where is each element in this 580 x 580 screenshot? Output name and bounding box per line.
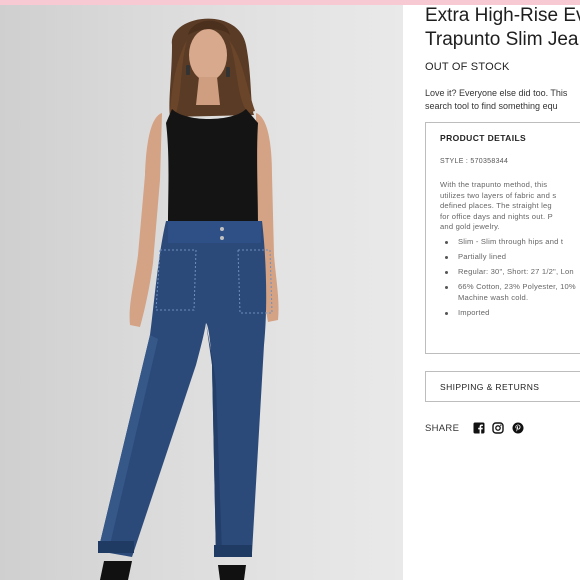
product-description: With the trapunto method, this utilizes … — [440, 180, 580, 233]
product-details-heading[interactable]: PRODUCT DETAILS — [440, 133, 526, 143]
feature-item: Regular: 30", Short: 27 1/2", Lon — [444, 267, 580, 278]
description-line: utilizes two layers of fabric and s — [440, 190, 557, 200]
pinterest-icon[interactable] — [512, 422, 524, 434]
description-line: for office days and nights out. P — [440, 211, 553, 221]
shipping-returns-label[interactable]: SHIPPING & RETURNS — [440, 382, 539, 392]
feature-item: Imported — [444, 308, 580, 319]
product-title-line-2: Trapunto Slim Jea — [425, 29, 579, 50]
description-line: and gold jewelry. — [440, 222, 500, 231]
feature-text: Slim - Slim through hips and t — [458, 237, 564, 246]
feature-item: Partially lined — [444, 252, 580, 263]
feature-text: Imported — [458, 307, 490, 317]
blurb-line-2: search tool to find something equ — [425, 101, 558, 111]
blurb-line-1: Love it? Everyone else did too. This — [425, 88, 568, 98]
product-title: Extra High-Rise Ev Trapunto Slim Jea — [425, 4, 580, 52]
feature-item: Slim - Slim through hips and t — [444, 237, 580, 248]
out-of-stock-message: Love it? Everyone else did too. This sea… — [425, 87, 580, 113]
product-features-list: Slim - Slim through hips and t Partially… — [444, 237, 580, 323]
model-wearing-jeans-photo — [98, 18, 279, 580]
feature-text: Regular: 30", Short: 27 1/2", Lon — [458, 267, 574, 276]
instagram-icon[interactable] — [492, 422, 504, 434]
stock-status: OUT OF STOCK — [425, 61, 510, 73]
description-line: With the trapunto method, this — [440, 180, 548, 189]
product-title-line-1: Extra High-Rise Ev — [425, 5, 580, 26]
product-image[interactable] — [0, 5, 403, 580]
product-details-panel[interactable]: PRODUCT DETAILS STYLE : 570358344 With t… — [425, 122, 580, 354]
feature-text-continued: Machine wash cold. — [458, 292, 529, 302]
shipping-returns-accordion[interactable]: SHIPPING & RETURNS — [425, 371, 580, 402]
style-number: STYLE : 570358344 — [440, 158, 509, 165]
description-line: defined places. The straight leg — [440, 201, 552, 210]
facebook-icon[interactable] — [473, 422, 485, 434]
share-label: SHARE — [425, 423, 460, 434]
feature-item: 66% Cotton, 23% Polyester, 10% Machine w… — [444, 282, 580, 303]
feature-text: 66% Cotton, 23% Polyester, 10% — [458, 282, 576, 291]
product-info-panel: Extra High-Rise Ev Trapunto Slim Jea OUT… — [425, 0, 580, 580]
feature-text: Partially lined — [458, 252, 507, 261]
